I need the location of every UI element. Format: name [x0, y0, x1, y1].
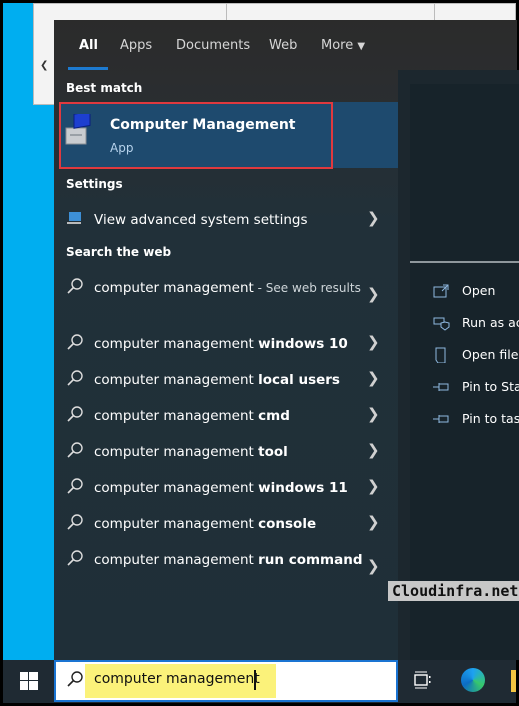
active-tab-indicator	[68, 67, 108, 70]
search-icon	[67, 550, 83, 566]
computer-management-icon	[65, 114, 91, 145]
divider	[410, 261, 519, 263]
web-suggestion-label: computer management run command	[94, 552, 363, 568]
web-suggestion[interactable]: computer management windows 11 ❯	[54, 469, 398, 505]
chevron-right-icon: ❯	[367, 441, 380, 459]
search-icon	[67, 442, 83, 458]
system-settings-icon	[67, 212, 81, 224]
chevron-right-icon: ❯	[367, 369, 380, 387]
action-label: Run as ac	[462, 315, 519, 330]
web-suggestion-label: computer management windows 10	[94, 336, 348, 352]
open-icon	[433, 284, 449, 298]
best-match-title: Computer Management	[110, 117, 296, 133]
chevron-right-icon: ❯	[367, 285, 380, 303]
search-icon	[67, 334, 83, 350]
web-suggestion[interactable]: computer management run command ❯	[54, 541, 398, 591]
action-item[interactable]: Run as ac	[432, 314, 519, 334]
web-suggestion-label: computer management tool	[94, 444, 288, 460]
preview-pane-inner	[410, 84, 519, 660]
tab-more[interactable]: More ▼	[321, 38, 365, 53]
chevron-right-icon: ❯	[367, 333, 380, 351]
search-icon	[67, 370, 83, 386]
chevron-down-icon: ▼	[357, 41, 366, 52]
settings-item[interactable]: View advanced system settings ❯	[54, 201, 398, 237]
action-item[interactable]: Open	[432, 282, 519, 302]
action-label: Open file	[462, 347, 519, 362]
text-caret	[254, 670, 256, 690]
tab-apps[interactable]: Apps	[120, 38, 152, 53]
search-icon	[67, 514, 83, 530]
web-suggestion[interactable]: computer management - See web results ❯	[54, 269, 398, 319]
action-label: Pin to tas	[462, 411, 519, 426]
shield-icon	[433, 317, 450, 331]
action-item[interactable]: Open file	[432, 346, 519, 366]
web-suggestion[interactable]: computer management tool ❯	[54, 433, 398, 469]
tab-web[interactable]: Web	[269, 38, 297, 53]
web-suggestion-label: computer management console	[94, 516, 317, 532]
search-icon	[67, 671, 83, 687]
chevron-right-icon: ❯	[367, 405, 380, 423]
file-explorer-icon[interactable]	[511, 670, 516, 692]
search-icon	[67, 478, 83, 494]
chevron-right-icon: ❯	[367, 513, 380, 531]
windows-start-icon[interactable]	[20, 672, 38, 690]
tab-documents[interactable]: Documents	[176, 38, 250, 53]
section-best-match: Best match	[66, 81, 143, 95]
action-label: Open	[462, 283, 496, 298]
search-icon	[67, 278, 83, 294]
web-suggestion[interactable]: computer management cmd ❯	[54, 397, 398, 433]
chevron-right-icon: ❯	[367, 557, 380, 575]
web-suggestion-label: computer management - See web results	[94, 280, 361, 296]
action-item[interactable]: Pin to tas	[432, 410, 519, 430]
settings-item-label: View advanced system settings	[94, 212, 308, 228]
web-suggestion-label: computer management local users	[94, 372, 340, 388]
web-suggestion-label: computer management cmd	[94, 408, 290, 424]
highlight-box	[59, 102, 333, 169]
search-icon	[67, 406, 83, 422]
section-search-web: Search the web	[66, 245, 172, 259]
tab-more-label: More	[321, 38, 354, 53]
search-query-text: computer management	[94, 671, 260, 687]
web-suggestion[interactable]: computer management local users ❯	[54, 361, 398, 397]
action-item[interactable]: Pin to Sta	[432, 378, 519, 398]
scroll-left-button[interactable]: ❮	[40, 60, 54, 74]
pin-icon	[433, 415, 449, 423]
tab-all[interactable]: All	[79, 38, 98, 53]
task-view-icon[interactable]	[412, 670, 432, 690]
best-match-subtitle: App	[110, 141, 134, 155]
chevron-right-icon: ❯	[367, 477, 380, 495]
watermark: Cloudinfra.net	[388, 581, 519, 601]
file-location-icon	[435, 347, 446, 363]
edge-browser-icon[interactable]	[461, 668, 485, 692]
web-suggestion[interactable]: computer management windows 10 ❯	[54, 325, 398, 361]
pin-icon	[433, 383, 449, 391]
chevron-right-icon: ❯	[367, 209, 380, 227]
section-settings: Settings	[66, 177, 123, 191]
action-label: Pin to Sta	[462, 379, 519, 394]
web-suggestion[interactable]: computer management console ❯	[54, 505, 398, 541]
web-suggestion-label: computer management windows 11	[94, 480, 348, 496]
